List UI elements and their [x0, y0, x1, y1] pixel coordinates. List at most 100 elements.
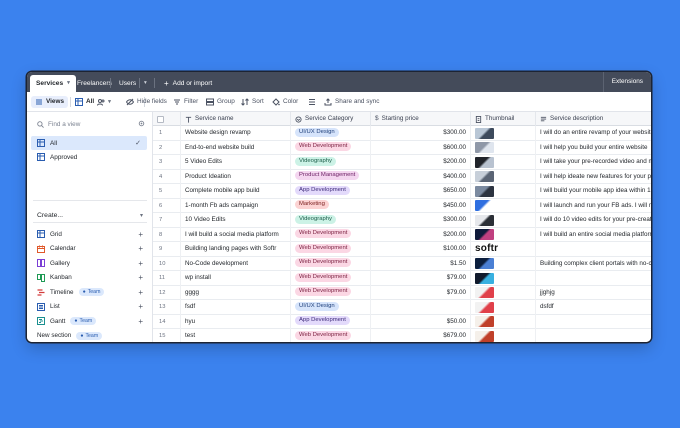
thumbnail-image[interactable]: [475, 142, 494, 154]
row-number[interactable]: 6: [153, 198, 181, 213]
row-number[interactable]: 11: [153, 271, 181, 286]
starting-price-cell[interactable]: [371, 300, 471, 315]
row-number[interactable]: 2: [153, 140, 181, 155]
create-new-section[interactable]: New section ● Team: [37, 330, 143, 342]
service-description-cell[interactable]: I will help ideate new features for your…: [536, 170, 651, 185]
table-row[interactable]: 5 Complete mobile app build App Developmen…: [153, 184, 651, 199]
thumbnail-cell[interactable]: [471, 140, 536, 155]
service-category-cell[interactable]: Web Development: [291, 140, 371, 155]
thumbnail-cell[interactable]: [471, 213, 536, 228]
service-name-cell[interactable]: Website design revamp: [181, 126, 291, 141]
gear-icon[interactable]: [138, 120, 145, 127]
service-name-cell[interactable]: No-Code development: [181, 256, 291, 271]
service-description-cell[interactable]: [536, 242, 651, 257]
sort-button[interactable]: Sort: [241, 96, 264, 108]
service-description-cell[interactable]: I will do 10 video edits for your pre-cr…: [536, 213, 651, 228]
service-name-cell[interactable]: Building landing pages with Softr: [181, 242, 291, 257]
service-description-cell[interactable]: I will take your pre-recorded video and …: [536, 155, 651, 170]
service-name-cell[interactable]: 1-month Fb ads campaign: [181, 198, 291, 213]
starting-price-cell[interactable]: $650.00: [371, 184, 471, 199]
table-row[interactable]: 6 1-month Fb ads campaign Marketing $450.00…: [153, 198, 651, 214]
table-row[interactable]: 11 wp install Web Development $79.00: [153, 271, 651, 286]
thumbnail-image[interactable]: [475, 171, 494, 183]
starting-price-cell[interactable]: $300.00: [371, 213, 471, 228]
service-description-cell[interactable]: Building complex client portals with no-…: [536, 257, 651, 272]
service-name-cell[interactable]: Product Ideation: [181, 169, 291, 184]
row-number[interactable]: 3: [153, 155, 181, 170]
service-name-cell[interactable]: 10 Video Edits: [181, 213, 291, 228]
sidebar-view-all[interactable]: All ✓: [31, 136, 147, 150]
service-description-cell[interactable]: I will build an entire social media plat…: [536, 228, 651, 243]
starting-price-cell[interactable]: $450.00: [371, 198, 471, 213]
add-or-import-button[interactable]: + Add or import: [158, 75, 218, 92]
thumbnail-cell[interactable]: [471, 329, 536, 342]
table-row[interactable]: 4 Product Ideation Product Management $400.…: [153, 169, 651, 185]
service-category-cell[interactable]: Web Development: [291, 227, 371, 242]
row-number[interactable]: 5: [153, 184, 181, 199]
service-description-cell[interactable]: dsfdf: [536, 300, 651, 315]
table-row[interactable]: 10 No-Code development Web Development $1.5…: [153, 256, 651, 272]
plus-icon[interactable]: +: [138, 244, 143, 253]
starting-price-cell[interactable]: $200.00: [371, 155, 471, 170]
service-name-cell[interactable]: gggg: [181, 285, 291, 300]
thumbnail-image[interactable]: [475, 229, 494, 241]
create-grid-view[interactable]: Grid +: [37, 228, 143, 240]
table-row[interactable]: 12 gggg Web Development $79.00 jjghjg: [153, 285, 651, 301]
service-category-cell[interactable]: Web Development: [291, 285, 371, 300]
plus-icon[interactable]: +: [138, 302, 143, 311]
starting-price-cell[interactable]: $600.00: [371, 140, 471, 155]
thumbnail-image[interactable]: [475, 258, 494, 270]
table-row[interactable]: 2 End-to-end website build Web Development…: [153, 140, 651, 156]
table-row[interactable]: 13 fsdf UI/UX Design dsfdf: [153, 300, 651, 315]
starting-price-cell[interactable]: $100.00: [371, 242, 471, 257]
tab-services[interactable]: Services ▾: [30, 75, 76, 92]
service-name-cell[interactable]: fsdf: [181, 300, 291, 315]
thumbnail-image[interactable]: [475, 330, 494, 342]
plus-icon[interactable]: +: [138, 288, 143, 297]
row-number[interactable]: 14: [153, 314, 181, 329]
service-description-cell[interactable]: I will launch and run your FB ads. I wil…: [536, 199, 651, 214]
create-kanban-view[interactable]: Kanban +: [37, 272, 143, 284]
thumbnail-cell[interactable]: [471, 271, 536, 286]
chevron-down-icon[interactable]: ▾: [67, 75, 70, 92]
plus-icon[interactable]: +: [138, 259, 143, 268]
service-category-cell[interactable]: UI/UX Design: [291, 126, 371, 141]
service-category-cell[interactable]: UI/UX Design: [291, 300, 371, 315]
sidebar-view-approved[interactable]: Approved: [31, 150, 147, 164]
starting-price-cell[interactable]: $400.00: [371, 169, 471, 184]
service-description-cell[interactable]: jjghjg: [536, 286, 651, 301]
service-description-cell[interactable]: [536, 315, 651, 330]
service-category-cell[interactable]: Web Development: [291, 256, 371, 271]
row-number[interactable]: 9: [153, 242, 181, 257]
row-number[interactable]: 4: [153, 169, 181, 184]
row-number[interactable]: 1: [153, 126, 181, 141]
service-category-cell[interactable]: App Development: [291, 314, 371, 329]
service-name-cell[interactable]: 5 Video Edits: [181, 155, 291, 170]
row-height-button[interactable]: [308, 96, 316, 108]
current-view-button[interactable]: All ▾: [75, 96, 111, 108]
thumbnail-cell[interactable]: [471, 155, 536, 170]
thumbnail-cell[interactable]: [471, 227, 536, 242]
service-description-cell[interactable]: I will help you build your entire websit…: [536, 141, 651, 156]
column-header-starting-price[interactable]: $ Starting price: [371, 112, 471, 126]
service-name-cell[interactable]: hyu: [181, 314, 291, 329]
table-row[interactable]: 7 10 Video Edits Videography $300.00 I will …: [153, 213, 651, 228]
thumbnail-image[interactable]: [475, 316, 494, 328]
create-view-header[interactable]: Create... ▾: [37, 212, 143, 219]
thumbnail-cell[interactable]: [471, 126, 536, 141]
create-gantt-view[interactable]: Gantt ● Team +: [37, 315, 143, 327]
thumbnail-cell[interactable]: softr: [471, 242, 536, 257]
create-gallery-view[interactable]: Gallery +: [37, 257, 143, 269]
service-description-cell[interactable]: I will do an entire revamp of your websi…: [536, 126, 651, 141]
starting-price-cell[interactable]: $200.00: [371, 227, 471, 242]
thumbnail-image[interactable]: [475, 214, 494, 226]
starting-price-cell[interactable]: $50.00: [371, 314, 471, 329]
service-category-cell[interactable]: App Development: [291, 184, 371, 199]
column-header-service-category[interactable]: Service Category: [291, 112, 371, 126]
table-row[interactable]: 9 Building landing pages with Softr Web De…: [153, 242, 651, 257]
service-category-cell[interactable]: Web Development: [291, 271, 371, 286]
thumbnail-cell[interactable]: [471, 256, 536, 271]
column-header-thumbnail[interactable]: Thumbnail: [471, 112, 536, 126]
service-name-cell[interactable]: wp install: [181, 271, 291, 286]
service-description-cell[interactable]: [536, 329, 651, 342]
